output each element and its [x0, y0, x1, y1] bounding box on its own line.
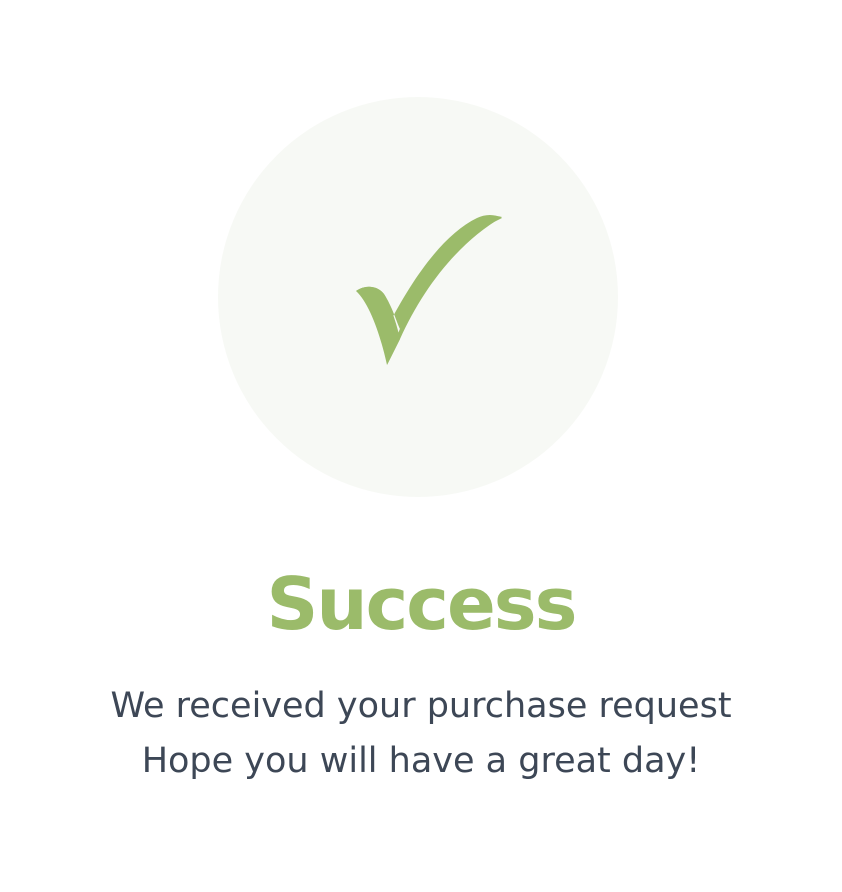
success-icon-circle [218, 97, 618, 497]
success-title: Success [266, 562, 577, 646]
checkmark-long-stroke [387, 215, 502, 365]
checkmark-short-stroke [356, 286, 400, 365]
success-message-line-1: We received your purchase request [110, 686, 732, 726]
success-message-line-2: Hope you will have a great day! [141, 741, 701, 781]
checkmark-icon [356, 215, 502, 365]
success-card: Success We received your purchase reques… [0, 0, 842, 892]
